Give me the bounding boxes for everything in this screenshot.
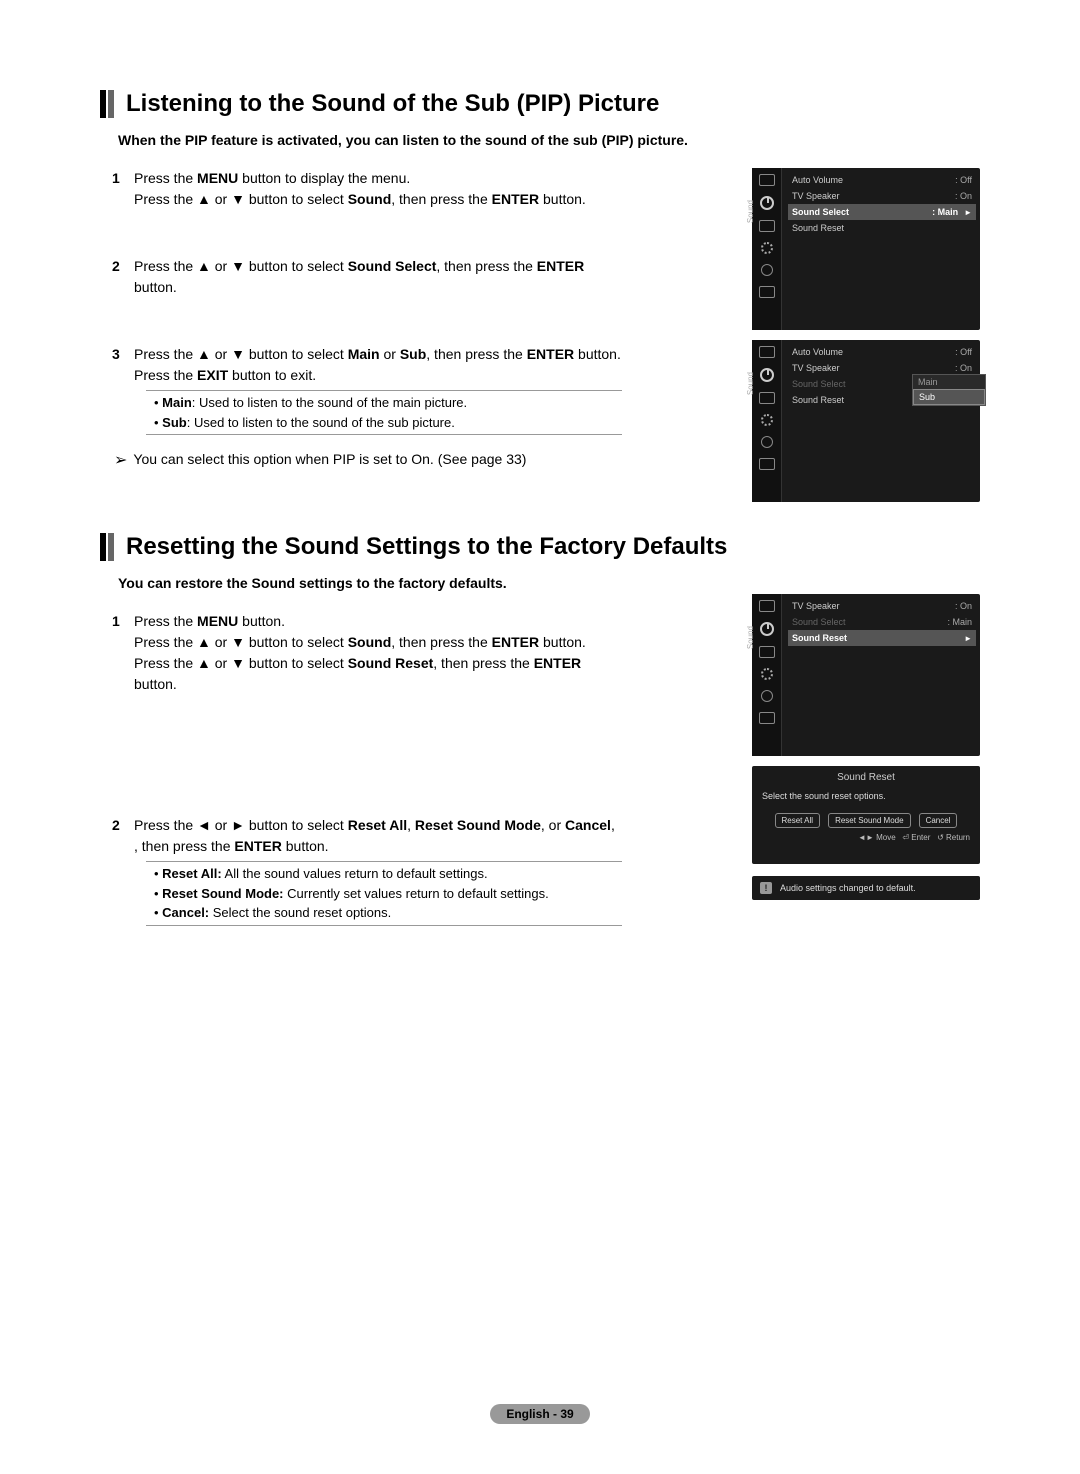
step-body: Press the MENU button. Press the ▲ or ▼ … <box>134 611 622 695</box>
application-icon <box>759 458 775 470</box>
section-title-1: Listening to the Sound of the Sub (PIP) … <box>126 90 659 118</box>
osd-screenshot-3: Sound TV Speaker: On Sound Select: Main … <box>752 594 980 756</box>
bullet: • Cancel: Select the sound reset options… <box>146 903 622 923</box>
step-body: Press the MENU button to display the men… <box>134 168 622 210</box>
osd-menu: TV Speaker: On Sound Select: Main Sound … <box>788 598 976 646</box>
application-icon <box>759 712 775 724</box>
bullet: • Reset All: All the sound values return… <box>146 864 622 884</box>
menu-row-highlight: Sound Select: Main► <box>788 204 976 220</box>
picture-icon <box>759 346 775 358</box>
bullet: • Reset Sound Mode: Currently set values… <box>146 884 622 904</box>
setup-icon <box>761 242 773 254</box>
osd-dialog-screenshot: Sound Reset Select the sound reset optio… <box>752 766 980 864</box>
dialog-hints: ◄► Move ⏎ Enter ↺ Return <box>752 828 980 842</box>
osd-side-label: Sound <box>746 372 755 395</box>
reset-all-button: Reset All <box>775 813 821 828</box>
osd-side-label: Sound <box>746 626 755 649</box>
osd-side-label: Sound <box>746 200 755 223</box>
reset-sound-mode-button: Reset Sound Mode <box>828 813 911 828</box>
channel-icon <box>759 646 775 658</box>
page-footer: English - 39 <box>0 1404 1080 1424</box>
step-number: 1 <box>112 168 134 210</box>
bullet: • Main: Used to listen to the sound of t… <box>146 393 622 413</box>
menu-row: Auto Volume: Off <box>788 344 976 360</box>
osd-sidebar: Sound <box>752 594 782 756</box>
header-bar-dark <box>100 90 106 118</box>
step-body: Press the ◄ or ► button to select Reset … <box>134 815 622 930</box>
step-1b: 1 Press the MENU button. Press the ▲ or … <box>112 611 622 695</box>
menu-row: Sound Reset <box>788 220 976 236</box>
osd-menu: Auto Volume: Off TV Speaker: On Sound Se… <box>788 344 976 408</box>
osd-screenshot-1: Sound Auto Volume: Off TV Speaker: On So… <box>752 168 980 330</box>
cancel-button: Cancel <box>919 813 958 828</box>
page-number: English - 39 <box>490 1404 589 1424</box>
option-main: Main <box>913 375 985 389</box>
picture-icon <box>759 174 775 186</box>
header-bar-dark <box>100 533 106 561</box>
osd-menu: Auto Volume: Off TV Speaker: On Sound Se… <box>788 172 976 236</box>
step-number: 2 <box>112 815 134 930</box>
sound-icon <box>760 196 774 210</box>
option-sub: Sub <box>913 389 985 405</box>
osd-dropdown: Main Sub <box>912 374 986 406</box>
section-title-2: Resetting the Sound Settings to the Fact… <box>126 533 727 561</box>
step-number: 3 <box>112 344 134 439</box>
warning-icon: ! <box>760 882 772 894</box>
input-icon <box>761 690 773 702</box>
sound-icon <box>760 622 774 636</box>
dialog-title: Sound Reset <box>752 766 980 783</box>
bullet: • Sub: Used to listen to the sound of th… <box>146 413 622 433</box>
step-body: Press the ▲ or ▼ button to select Main o… <box>134 344 622 439</box>
chevron-right-icon: ► <box>964 634 972 643</box>
steps-section-1: 1 Press the MENU button to display the m… <box>112 168 622 473</box>
menu-row-highlight: Sound Reset► <box>788 630 976 646</box>
note-arrow-icon: ➢ <box>114 449 127 473</box>
step-number: 2 <box>112 256 134 298</box>
section-header-1: Listening to the Sound of the Sub (PIP) … <box>100 90 980 118</box>
note: ➢ You can select this option when PIP is… <box>114 449 622 473</box>
sound-icon <box>760 368 774 382</box>
osd-sidebar: Sound <box>752 168 782 330</box>
steps-section-2: 1 Press the MENU button. Press the ▲ or … <box>112 611 622 930</box>
osd-screenshot-2: Sound Auto Volume: Off TV Speaker: On So… <box>752 340 980 502</box>
input-icon <box>761 264 773 276</box>
osd-sidebar: Sound <box>752 340 782 502</box>
section-intro-1: When the PIP feature is activated, you c… <box>118 132 980 148</box>
header-bar-light <box>108 90 114 118</box>
note-text: You can select this option when PIP is s… <box>133 449 526 470</box>
section-intro-2: You can restore the Sound settings to th… <box>118 575 980 591</box>
step-1: 1 Press the MENU button to display the m… <box>112 168 622 210</box>
menu-row: TV Speaker: On <box>788 188 976 204</box>
picture-icon <box>759 600 775 612</box>
menu-row: TV Speaker: On <box>788 598 976 614</box>
dialog-subtitle: Select the sound reset options. <box>752 783 980 809</box>
toast-text: Audio settings changed to default. <box>780 883 916 893</box>
application-icon <box>759 286 775 298</box>
menu-row: Sound Select: Main <box>788 614 976 630</box>
step-2b: 2 Press the ◄ or ► button to select Rese… <box>112 815 622 930</box>
dialog-buttons: Reset All Reset Sound Mode Cancel <box>752 813 980 828</box>
bullet-box: • Main: Used to listen to the sound of t… <box>146 390 622 435</box>
step-number: 1 <box>112 611 134 695</box>
osd-toast-screenshot: ! Audio settings changed to default. <box>752 876 980 900</box>
section-header-2: Resetting the Sound Settings to the Fact… <box>100 533 980 561</box>
step-3: 3 Press the ▲ or ▼ button to select Main… <box>112 344 622 439</box>
channel-icon <box>759 220 775 232</box>
bullet-box: • Reset All: All the sound values return… <box>146 861 622 926</box>
setup-icon <box>761 668 773 680</box>
step-body: Press the ▲ or ▼ button to select Sound … <box>134 256 622 298</box>
header-bar-light <box>108 533 114 561</box>
step-2: 2 Press the ▲ or ▼ button to select Soun… <box>112 256 622 298</box>
channel-icon <box>759 392 775 404</box>
input-icon <box>761 436 773 448</box>
menu-row: Auto Volume: Off <box>788 172 976 188</box>
setup-icon <box>761 414 773 426</box>
chevron-right-icon: ► <box>964 208 972 217</box>
